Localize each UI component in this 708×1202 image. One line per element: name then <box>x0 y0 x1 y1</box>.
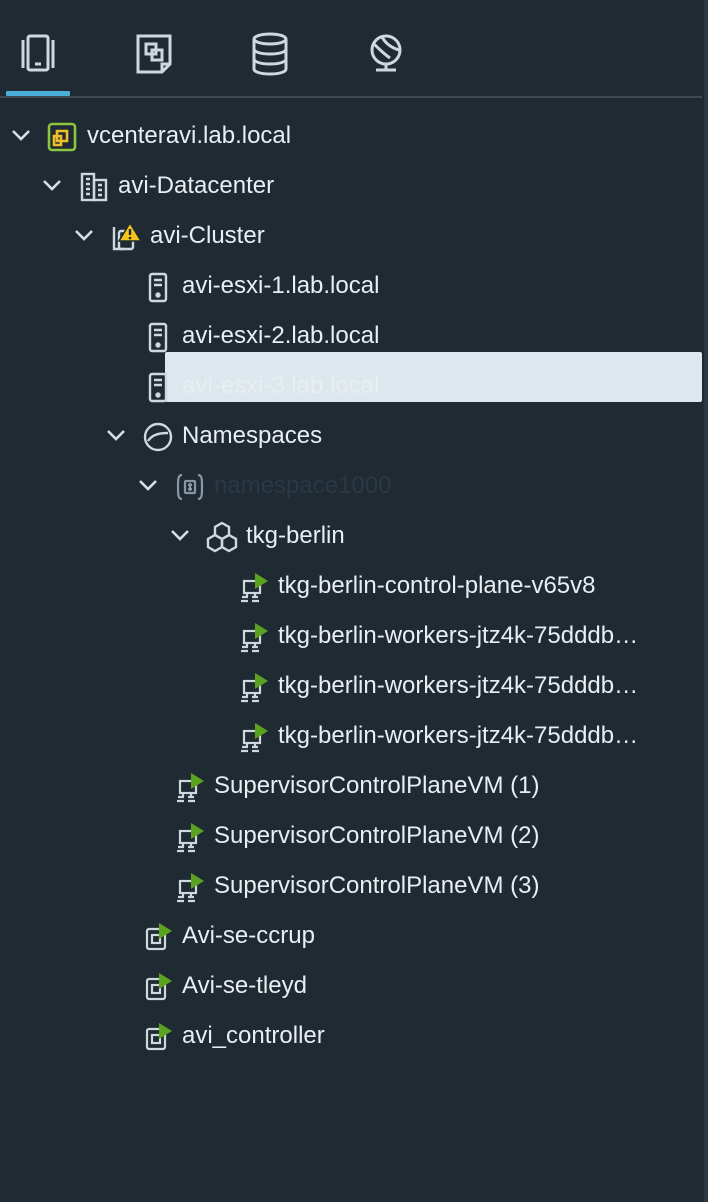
tree-item-host[interactable]: avi-esxi-1.lab.local <box>0 260 704 310</box>
tree-item-vm[interactable]: tkg-berlin-workers-jtz4k-75dddb… <box>0 660 704 710</box>
tree-item-label: SupervisorControlPlaneVM (3) <box>214 872 540 899</box>
tree-item-label: avi-Cluster <box>150 222 265 249</box>
tree-item-label: tkg-berlin-control-plane-v65v8 <box>278 572 596 599</box>
vm-powered-on-icon <box>174 821 206 853</box>
namespace-icon <box>174 471 206 503</box>
tree-item-host[interactable]: avi-esxi-3.lab.local <box>0 360 704 410</box>
vm-icon <box>142 921 174 953</box>
tree-item-label: SupervisorControlPlaneVM (1) <box>214 772 540 799</box>
tree-item-label: avi-esxi-3.lab.local <box>182 372 380 399</box>
tree-item-datacenter[interactable]: avi-Datacenter <box>0 160 704 210</box>
tree-item-cluster[interactable]: avi-Cluster <box>0 210 704 260</box>
tkg-cluster-icon <box>206 521 238 553</box>
navigator-tabs <box>0 0 708 98</box>
cluster-warning-icon <box>110 221 143 253</box>
vm-icon <box>142 1021 174 1053</box>
namespaces-icon <box>142 421 174 453</box>
vm-powered-on-icon <box>238 571 270 603</box>
tree-item-label: namespace1000 <box>214 472 392 499</box>
tree-item-label: Avi-se-ccrup <box>182 922 315 949</box>
tree-item-label: SupervisorControlPlaneVM (2) <box>214 822 540 849</box>
tree-item-label: tkg-berlin-workers-jtz4k-75dddb… <box>278 672 639 699</box>
tree-item-vm[interactable]: tkg-berlin-control-plane-v65v8 <box>0 560 704 610</box>
tree-item-label: Namespaces <box>182 422 323 449</box>
chevron-down-icon[interactable] <box>104 424 128 446</box>
vms-templates-icon <box>136 34 172 74</box>
tree-item-host[interactable]: avi-esxi-2.lab.local <box>0 310 704 360</box>
vcenter-icon <box>46 121 78 153</box>
host-icon <box>142 371 174 403</box>
tree-item-vm[interactable]: tkg-berlin-workers-jtz4k-75dddb… <box>0 610 704 660</box>
vm-powered-on-icon <box>238 621 270 653</box>
tree-item-label: avi-Datacenter <box>118 172 275 199</box>
tree-item-vcenter[interactable]: vcenteravi.lab.local <box>0 110 704 160</box>
tab-hosts-and-clusters[interactable] <box>6 30 70 90</box>
tree-item-tkg-cluster[interactable]: tkg-berlin <box>0 510 704 560</box>
tree-item-label: tkg-berlin-workers-jtz4k-75dddb… <box>278 722 639 749</box>
tabs-divider <box>0 96 702 98</box>
tree-item-vm[interactable]: tkg-berlin-workers-jtz4k-75dddb… <box>0 710 704 760</box>
tree-item-label: vcenteravi.lab.local <box>87 122 292 149</box>
tab-networking[interactable] <box>354 30 418 90</box>
tree-item-label: Avi-se-tleyd <box>182 972 307 999</box>
tree-item-vm[interactable]: SupervisorControlPlaneVM (1) <box>0 760 704 810</box>
vm-powered-on-icon <box>238 721 270 753</box>
tree-item-namespace[interactable]: namespace1000 <box>0 460 704 510</box>
vm-icon <box>142 971 174 1003</box>
tree-item-vm[interactable]: SupervisorControlPlaneVM (3) <box>0 860 704 910</box>
tree-item-label: tkg-berlin <box>246 522 345 549</box>
vm-powered-on-icon <box>174 871 206 903</box>
chevron-down-icon[interactable] <box>72 224 96 246</box>
database-icon <box>252 32 288 76</box>
tree-item-label: avi-esxi-2.lab.local <box>182 322 380 349</box>
tab-storage[interactable] <box>238 30 302 90</box>
host-icon <box>142 271 174 303</box>
tree-item-label: avi_controller <box>182 1022 325 1049</box>
hosts-clusters-icon <box>21 34 55 72</box>
panel-right-border <box>704 0 708 1202</box>
tree-item-vm[interactable]: Avi-se-ccrup <box>0 910 704 960</box>
vm-powered-on-icon <box>174 771 206 803</box>
chevron-down-icon[interactable] <box>40 174 64 196</box>
datacenter-icon <box>78 171 110 203</box>
host-icon <box>142 321 174 353</box>
tree-item-namespaces[interactable]: Namespaces <box>0 410 704 460</box>
network-globe-icon <box>370 34 402 72</box>
tab-vms-and-templates[interactable] <box>122 30 186 90</box>
tree-item-label: avi-esxi-1.lab.local <box>182 272 380 299</box>
tree-item-vm[interactable]: Avi-se-tleyd <box>0 960 704 1010</box>
chevron-down-icon[interactable] <box>168 524 192 546</box>
tree-item-vm[interactable]: SupervisorControlPlaneVM (2) <box>0 810 704 860</box>
chevron-down-icon[interactable] <box>9 124 33 146</box>
vm-powered-on-icon <box>238 671 270 703</box>
chevron-down-icon[interactable] <box>136 474 160 496</box>
tree-item-label: tkg-berlin-workers-jtz4k-75dddb… <box>278 622 639 649</box>
tree-item-vm[interactable]: avi_controller <box>0 1010 704 1060</box>
